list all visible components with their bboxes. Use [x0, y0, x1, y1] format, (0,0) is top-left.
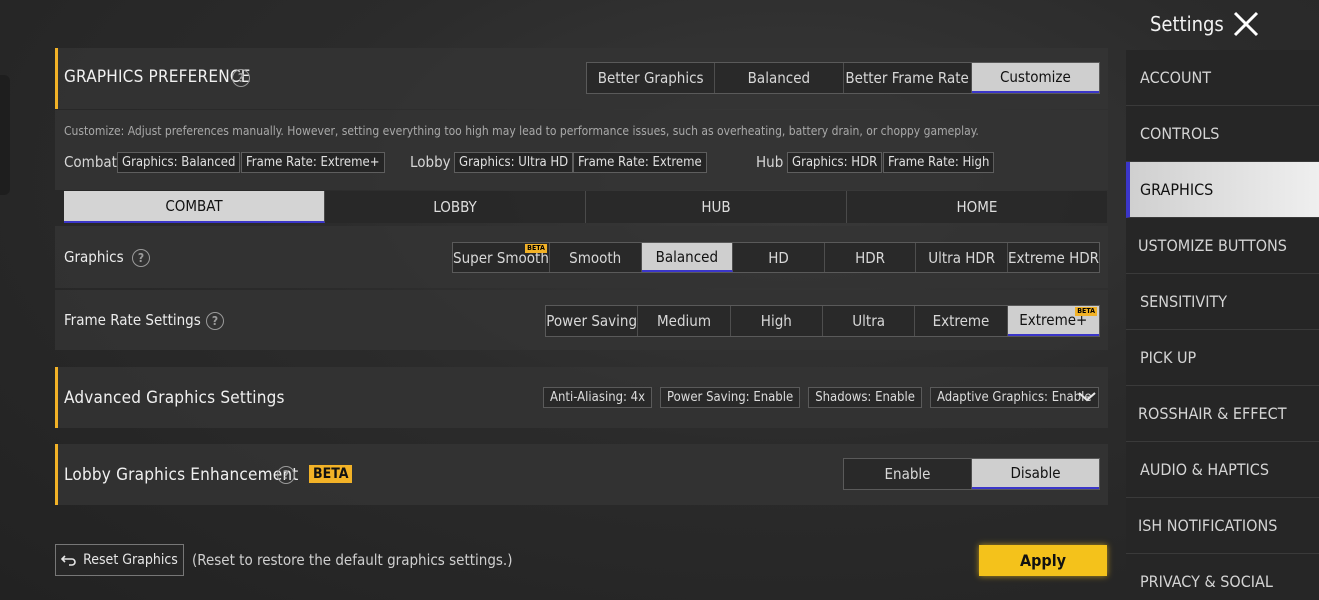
pref-option-better-graphics[interactable]: Better Graphics — [587, 63, 716, 93]
graphics-option-smooth[interactable]: Smooth — [550, 243, 642, 272]
chip-shadows: Shadows: Enable — [808, 387, 922, 408]
hub-graphics-tag: Graphics: HDR — [787, 152, 883, 173]
reset-graphics-button[interactable]: Reset Graphics — [55, 544, 184, 576]
graphics-option-hd[interactable]: HD — [733, 243, 825, 272]
graphics-quality-selector: Super Smooth BETA Smooth Balanced HD HDR… — [452, 242, 1100, 273]
sidebar-item-notifications[interactable]: ISH NOTIFICATIONS — [1126, 498, 1319, 554]
customize-description: Customize: Adjust preferences manually. … — [64, 124, 979, 138]
close-icon — [1233, 11, 1259, 37]
pref-option-balanced[interactable]: Balanced — [715, 63, 844, 93]
advanced-summary-chips: Anti-Aliasing: 4x Power Saving: Enable S… — [543, 387, 1099, 408]
fps-option-medium[interactable]: Medium — [638, 306, 731, 336]
chip-adaptive-graphics: Adaptive Graphics: Enable — [929, 387, 1099, 408]
beta-badge: BETA — [1075, 307, 1097, 316]
reset-hint: (Reset to restore the default graphics s… — [192, 551, 513, 569]
undo-icon — [61, 555, 76, 566]
beta-badge: BETA — [309, 465, 353, 483]
apply-button[interactable]: Apply — [979, 545, 1107, 576]
settings-sidebar: ACCOUNT CONTROLS GRAPHICS USTOMIZE BUTTO… — [1126, 50, 1319, 600]
lobby-enh-enable[interactable]: Enable — [844, 459, 972, 489]
preference-selector: Better Graphics Balanced Better Frame Ra… — [586, 62, 1100, 94]
chip-power-saving: Power Saving: Enable — [660, 387, 801, 408]
help-icon[interactable]: ? — [206, 312, 224, 330]
fps-option-power-saving[interactable]: Power Saving — [546, 306, 639, 336]
help-icon[interactable]: ? — [277, 466, 295, 484]
tab-hub[interactable]: HUB — [586, 191, 847, 223]
reset-graphics-label: Reset Graphics — [83, 552, 178, 568]
fps-option-extreme-plus[interactable]: Extreme+ BETA — [1007, 306, 1099, 336]
chip-anti-aliasing: Anti-Aliasing: 4x — [543, 387, 653, 408]
chevron-down-icon — [1078, 392, 1096, 402]
fps-option-high[interactable]: High — [731, 306, 823, 336]
graphics-preference-title: GRAPHICS PREFERENCE — [64, 67, 251, 87]
preference-summary — [55, 110, 1108, 190]
graphics-option-balanced[interactable]: Balanced — [641, 243, 734, 272]
fps-option-extreme[interactable]: Extreme — [915, 306, 1008, 336]
lobby-enhancement-toggle: Enable Disable — [843, 458, 1100, 490]
left-edge-handle — [0, 75, 10, 195]
close-button[interactable] — [1230, 8, 1262, 40]
sidebar-item-privacy[interactable]: PRIVACY & SOCIAL — [1126, 554, 1319, 600]
advanced-graphics-title: Advanced Graphics Settings — [64, 388, 285, 408]
expand-button[interactable] — [1076, 389, 1098, 405]
lobby-graphics-tag: Graphics: Ultra HD — [454, 152, 574, 173]
beta-badge: BETA — [525, 244, 547, 253]
lobby-enh-disable[interactable]: Disable — [972, 459, 1099, 489]
graphics-option-extreme-hdr[interactable]: Extreme HDR — [1008, 243, 1099, 272]
combat-graphics-tag: Graphics: Balanced — [117, 152, 241, 173]
fps-option-ultra[interactable]: Ultra — [823, 306, 916, 336]
combat-label: Combat — [64, 153, 117, 171]
sidebar-item-controls[interactable]: CONTROLS — [1126, 106, 1319, 162]
sidebar-item-audio[interactable]: AUDIO & HAPTICS — [1126, 442, 1319, 498]
sidebar-item-graphics[interactable]: GRAPHICS — [1126, 162, 1319, 218]
frame-rate-label: Frame Rate Settings — [64, 311, 201, 329]
help-icon[interactable]: ? — [132, 249, 150, 267]
lobby-framerate-tag: Frame Rate: Extreme — [573, 152, 707, 173]
pref-option-better-frame-rate[interactable]: Better Frame Rate — [844, 63, 972, 93]
sidebar-item-crosshair[interactable]: ROSSHAIR & EFFECT — [1126, 386, 1319, 442]
graphics-option-ultra-hdr[interactable]: Ultra HDR — [916, 243, 1009, 272]
tab-combat[interactable]: COMBAT — [64, 191, 325, 223]
combat-framerate-tag: Frame Rate: Extreme+ — [241, 152, 385, 173]
pref-option-customize[interactable]: Customize — [971, 63, 1099, 93]
hub-label: Hub — [756, 153, 784, 171]
graphics-option-hdr[interactable]: HDR — [825, 243, 917, 272]
help-icon[interactable]: ? — [232, 69, 250, 87]
mode-tabs: COMBAT LOBBY HUB HOME — [64, 191, 1107, 223]
hub-framerate-tag: Frame Rate: High — [883, 152, 995, 173]
page-title: Settings — [1150, 12, 1224, 36]
graphics-option-super-smooth[interactable]: Super Smooth BETA — [453, 243, 550, 272]
sidebar-item-pick-up[interactable]: PICK UP — [1126, 330, 1319, 386]
frame-rate-selector: Power Saving Medium High Ultra Extreme E… — [545, 305, 1100, 337]
lobby-enhancement-title: Lobby Graphics Enhancement — [64, 465, 299, 485]
sidebar-item-customize-buttons[interactable]: USTOMIZE BUTTONS — [1126, 218, 1319, 274]
sidebar-item-account[interactable]: ACCOUNT — [1126, 50, 1319, 106]
sidebar-item-sensitivity[interactable]: SENSITIVITY — [1126, 274, 1319, 330]
tab-lobby[interactable]: LOBBY — [325, 191, 586, 223]
graphics-label: Graphics — [64, 248, 124, 266]
lobby-label: Lobby — [410, 153, 451, 171]
tab-home[interactable]: HOME — [847, 191, 1107, 223]
